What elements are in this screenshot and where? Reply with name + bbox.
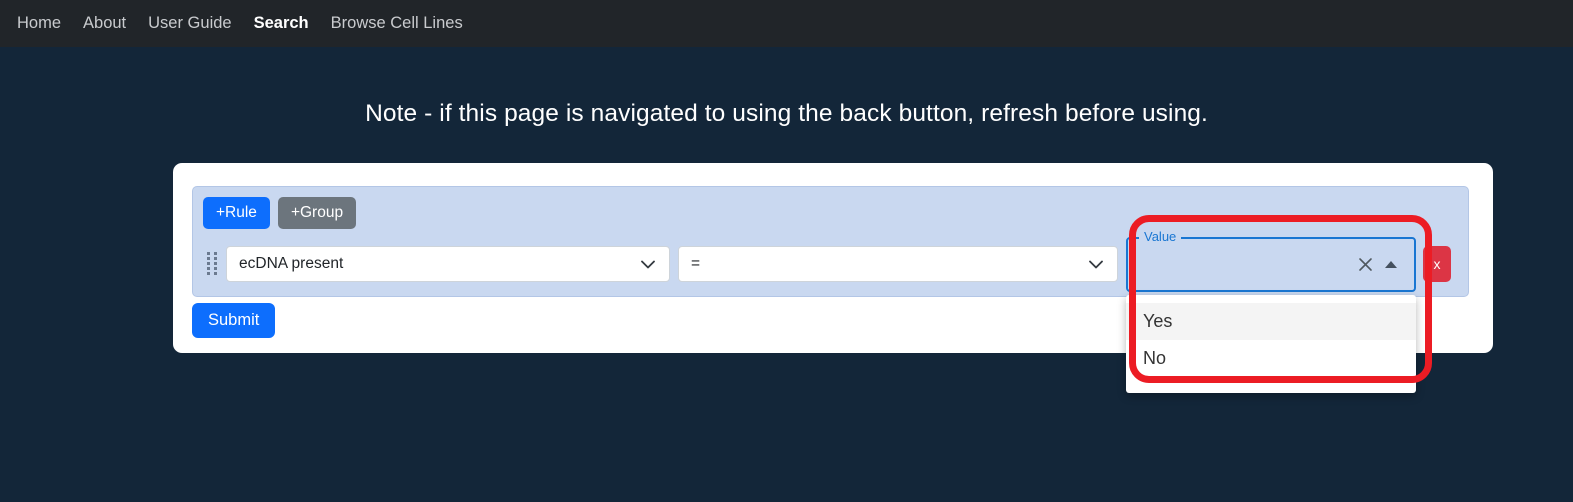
rule-value-autocomplete: Value Yes No (1126, 229, 1416, 393)
nav-link-user-guide[interactable]: User Guide (137, 7, 242, 40)
add-group-button[interactable]: +Group (277, 197, 357, 229)
query-group-panel: +Rule +Group ecDNA present = Value Yes N… (192, 186, 1469, 393)
rule-field-select[interactable]: ecDNA present (226, 246, 670, 282)
chevron-up-icon[interactable] (1378, 251, 1404, 277)
chevron-down-icon (641, 260, 655, 268)
add-rule-button[interactable]: +Rule (203, 197, 270, 229)
rule-operator-select[interactable]: = (678, 246, 1118, 282)
nav-link-browse-cell-lines[interactable]: Browse Cell Lines (320, 7, 474, 40)
nav-link-about[interactable]: About (72, 7, 137, 40)
rule-value-option-yes[interactable]: Yes (1126, 302, 1416, 340)
chevron-down-icon (1089, 260, 1103, 268)
page-note: Note - if this page is navigated to usin… (365, 100, 1208, 127)
group-action-buttons: +Rule +Group (203, 197, 357, 229)
query-rule-row: ecDNA present = Value Yes No x (203, 229, 1460, 393)
nav-link-search[interactable]: Search (243, 7, 320, 40)
submit-button[interactable]: Submit (192, 303, 276, 338)
rule-operator-value: = (691, 255, 701, 272)
main-navbar: Home About User Guide Search Browse Cell… (0, 0, 1573, 47)
rule-value-input[interactable]: Value (1126, 229, 1416, 292)
rule-value-label: Value (1139, 229, 1182, 243)
query-builder-card: +Rule +Group ecDNA present = Value Yes N… (173, 163, 1493, 393)
nav-link-home[interactable]: Home (6, 7, 72, 40)
delete-rule-button[interactable]: x (1423, 246, 1451, 282)
rule-value-option-no[interactable]: No (1126, 340, 1416, 377)
close-icon[interactable] (1352, 251, 1378, 277)
drag-handle-icon[interactable] (203, 252, 221, 276)
rule-field-value: ecDNA present (239, 255, 344, 272)
rule-value-options-list: Yes No (1126, 294, 1416, 393)
